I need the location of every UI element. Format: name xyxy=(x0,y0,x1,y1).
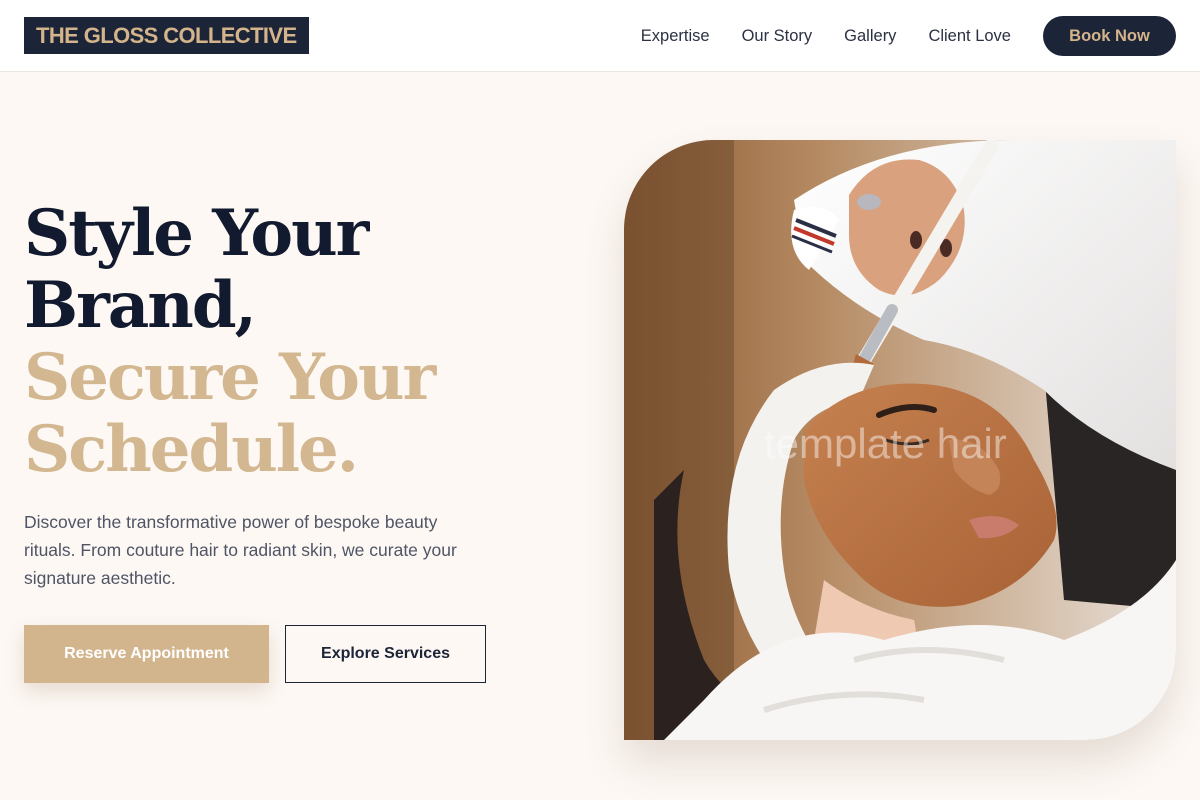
headline-line-2: Brand, xyxy=(24,268,257,343)
headline-line-1: Style Your xyxy=(24,196,369,271)
image-watermark: template hair xyxy=(764,420,1007,467)
hero-headline: Style Your Brand, Secure Your Schedule. xyxy=(24,196,436,487)
brand-logo[interactable]: THE GLOSS COLLECTIVE xyxy=(24,17,309,54)
nav-link-gallery[interactable]: Gallery xyxy=(844,27,896,46)
headline-line-4: Schedule. xyxy=(24,412,359,487)
reserve-appointment-button[interactable]: Reserve Appointment xyxy=(24,625,269,683)
site-header: THE GLOSS COLLECTIVE Expertise Our Story… xyxy=(0,0,1200,72)
headline-line-3: Secure Your xyxy=(24,340,436,415)
explore-services-button[interactable]: Explore Services xyxy=(285,625,486,683)
nav-link-client-love[interactable]: Client Love xyxy=(928,27,1011,46)
nav-link-expertise[interactable]: Expertise xyxy=(641,27,710,46)
hero-image: template hair xyxy=(624,140,1176,740)
facial-treatment-illustration: template hair xyxy=(624,140,1176,740)
hero-description: Discover the transformative power of bes… xyxy=(24,512,457,588)
book-now-button[interactable]: Book Now xyxy=(1043,16,1176,56)
main-nav: Expertise Our Story Gallery Client Love … xyxy=(641,16,1176,56)
nav-link-our-story[interactable]: Our Story xyxy=(742,27,813,46)
